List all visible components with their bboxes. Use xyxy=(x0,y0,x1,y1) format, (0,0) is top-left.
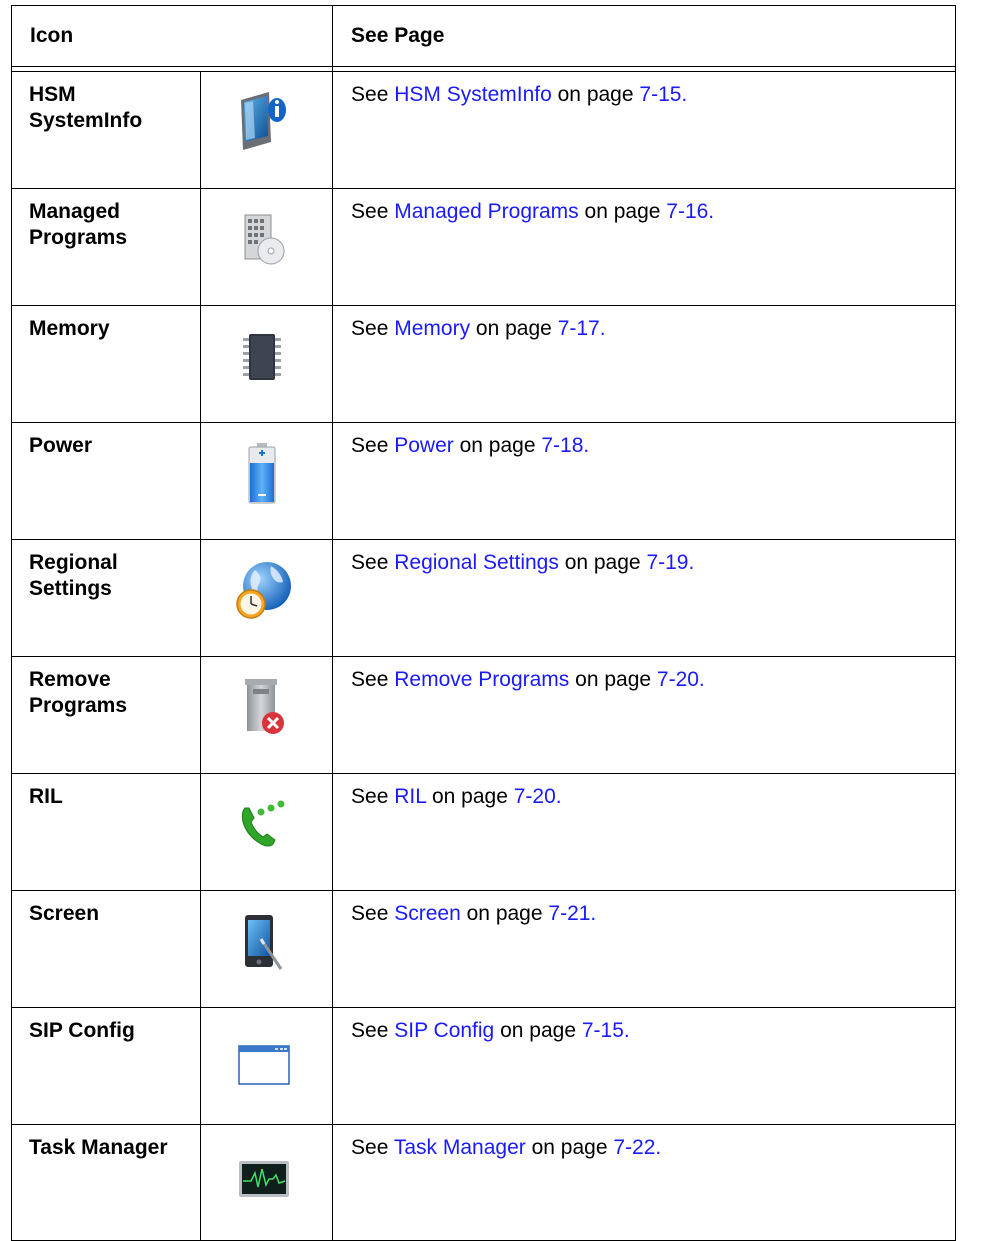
device-info-icon xyxy=(241,92,286,150)
settings-reference-table: Icon See Page HSM SystemInfo See HSM Sys… xyxy=(10,5,957,1241)
row-name: SIP Config xyxy=(11,1007,201,1125)
row-name: Remove Programs xyxy=(11,656,201,774)
section-link[interactable]: RIL xyxy=(394,785,426,808)
row-description: See Regional Settings on page 7-19. xyxy=(332,539,957,657)
section-link[interactable]: Regional Settings xyxy=(394,551,559,574)
row-name: Regional Settings xyxy=(11,539,201,657)
table-row: Screen See Screen on page 7-21. xyxy=(11,890,957,1008)
row-description: See Managed Programs on page 7-16. xyxy=(332,188,957,306)
row-name: HSM SystemInfo xyxy=(11,71,201,189)
page-link[interactable]: 7-21. xyxy=(548,902,596,925)
column-header-icon: Icon xyxy=(10,5,334,67)
page-link[interactable]: 7-22. xyxy=(613,1136,661,1159)
row-name: Managed Programs xyxy=(11,188,201,306)
page-link[interactable]: 7-15. xyxy=(639,83,687,106)
section-link[interactable]: Remove Programs xyxy=(394,668,569,691)
row-name: Task Manager xyxy=(11,1124,201,1241)
table-row: Remove Programs See Remove Programs on p… xyxy=(11,656,957,774)
globe-clock-icon xyxy=(236,562,291,619)
column-header-see-page: See Page xyxy=(332,5,957,67)
row-description: See RIL on page 7-20. xyxy=(332,773,957,891)
section-link[interactable]: Power xyxy=(394,434,454,457)
page-link[interactable]: 7-20. xyxy=(657,668,705,691)
row-description: See Memory on page 7-17. xyxy=(332,305,957,423)
table-row: SIP Config See SIP Config on page 7-15. xyxy=(11,1007,957,1125)
section-link[interactable]: Managed Programs xyxy=(394,200,578,223)
row-name: Power xyxy=(11,422,201,540)
section-link[interactable]: Task Manager xyxy=(394,1136,526,1159)
page-link[interactable]: 7-17. xyxy=(558,317,606,340)
battery-icon xyxy=(248,443,276,504)
section-link[interactable]: Screen xyxy=(394,902,461,925)
table-row: Memory See Memory on page 7-17. xyxy=(11,305,957,423)
section-link[interactable]: Memory xyxy=(394,317,470,340)
row-description: See SIP Config on page 7-15. xyxy=(332,1007,957,1125)
row-name: Screen xyxy=(11,890,201,1008)
table-row: HSM SystemInfo See HSM SystemInfo on pag… xyxy=(11,71,957,189)
page-link[interactable]: 7-18. xyxy=(541,434,589,457)
screen-stylus-icon xyxy=(245,915,283,970)
row-description: See Remove Programs on page 7-20. xyxy=(332,656,957,774)
page-link[interactable]: 7-16. xyxy=(666,200,714,223)
row-description: See HSM SystemInfo on page 7-15. xyxy=(332,71,957,189)
page-link[interactable]: 7-15. xyxy=(582,1019,630,1042)
table-row: RIL See RIL on page 7-20. xyxy=(11,773,957,891)
trash-remove-icon xyxy=(245,679,284,734)
section-link[interactable]: HSM SystemInfo xyxy=(394,83,552,106)
row-name: Memory xyxy=(11,305,201,423)
row-name: RIL xyxy=(11,773,201,891)
section-link[interactable]: SIP Config xyxy=(394,1019,494,1042)
row-description: See Screen on page 7-21. xyxy=(332,890,957,1008)
window-icon xyxy=(238,1045,290,1085)
building-disc-icon xyxy=(244,214,285,265)
row-description: See Power on page 7-18. xyxy=(332,422,957,540)
memory-chip-icon xyxy=(243,334,281,380)
page-link[interactable]: 7-20. xyxy=(514,785,562,808)
table-row: Task Manager See Task Manager on page 7-… xyxy=(11,1124,957,1241)
phone-dots-icon xyxy=(241,800,285,847)
table-row: Regional Settings See Regional Settings … xyxy=(11,539,957,657)
table-row: Managed Programs See Managed Programs on… xyxy=(11,188,957,306)
table-row: Power See Power on page 7-18. xyxy=(11,422,957,540)
activity-monitor-icon xyxy=(239,1161,289,1197)
page-link[interactable]: 7-19. xyxy=(646,551,694,574)
row-description: See Task Manager on page 7-22. xyxy=(332,1124,957,1241)
